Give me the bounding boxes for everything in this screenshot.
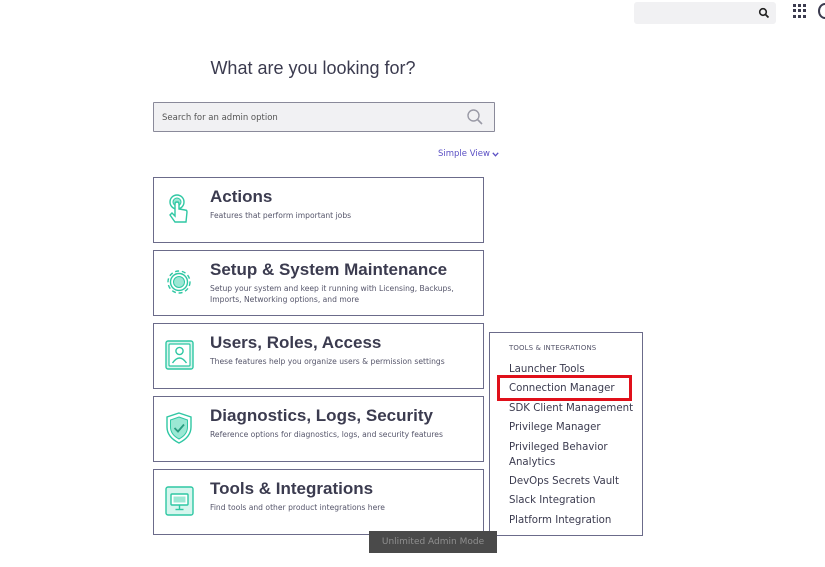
card-setup-system-maintenance[interactable]: Setup & System Maintenance Setup your sy… — [153, 250, 484, 316]
menu-item-slack-integration[interactable]: Slack Integration — [509, 494, 595, 509]
search-icon[interactable] — [466, 108, 484, 126]
simple-view-label: Simple View — [438, 149, 490, 159]
flyout-heading: TOOLS & INTEGRATIONS — [509, 344, 597, 352]
user-badge-icon — [165, 340, 194, 370]
menu-item-sdk-client-management[interactable]: SDK Client Management — [509, 402, 633, 417]
simple-view-toggle[interactable]: Simple View — [438, 149, 499, 159]
card-title: Tools & Integrations — [210, 479, 374, 498]
highlight-box — [497, 375, 632, 401]
menu-item-platform-integration[interactable]: Platform Integration — [509, 514, 611, 529]
card-actions[interactable]: Actions Features that perform important … — [153, 177, 484, 243]
apps-grid-icon[interactable] — [793, 4, 807, 18]
menu-item-privilege-manager[interactable]: Privilege Manager — [509, 421, 601, 436]
admin-mode-badge: Unlimited Admin Mode — [369, 531, 497, 553]
monitor-icon — [165, 486, 194, 516]
gear-icon — [167, 270, 191, 294]
user-avatar-icon[interactable] — [818, 3, 825, 19]
menu-item-devops-secrets-vault[interactable]: DevOps Secrets Vault — [509, 475, 619, 490]
card-description: Features that perform important jobs — [210, 211, 352, 220]
card-title: Setup & System Maintenance — [210, 260, 448, 279]
hand-tap-icon — [169, 194, 188, 223]
admin-search-input[interactable] — [162, 110, 452, 126]
card-title: Users, Roles, Access — [210, 333, 382, 352]
admin-search-box[interactable] — [153, 102, 495, 132]
card-description: Setup your system and keep it running wi… — [210, 284, 454, 304]
card-description: Find tools and other product integration… — [210, 503, 385, 512]
chevron-down-icon — [492, 151, 499, 157]
card-users-roles-access[interactable]: Users, Roles, Access These features help… — [153, 323, 484, 389]
card-title: Diagnostics, Logs, Security — [210, 406, 433, 425]
menu-item-privileged-behavior-analytics[interactable]: Privileged Behavior Analytics — [509, 441, 629, 470]
card-tools-integrations[interactable]: Tools & Integrations Find tools and othe… — [153, 469, 484, 535]
card-diagnostics-logs-security[interactable]: Diagnostics, Logs, Security Reference op… — [153, 396, 484, 462]
page-title: What are you looking for? — [210, 58, 416, 78]
top-search-box[interactable] — [634, 2, 776, 24]
shield-check-icon — [166, 412, 192, 444]
card-title: Actions — [210, 187, 273, 206]
card-description: These features help you organize users &… — [210, 357, 445, 366]
search-icon[interactable] — [758, 7, 770, 19]
card-description: Reference options for diagnostics, logs,… — [210, 430, 443, 439]
tools-integrations-flyout: TOOLS & INTEGRATIONS Launcher Tools Conn… — [489, 332, 643, 536]
